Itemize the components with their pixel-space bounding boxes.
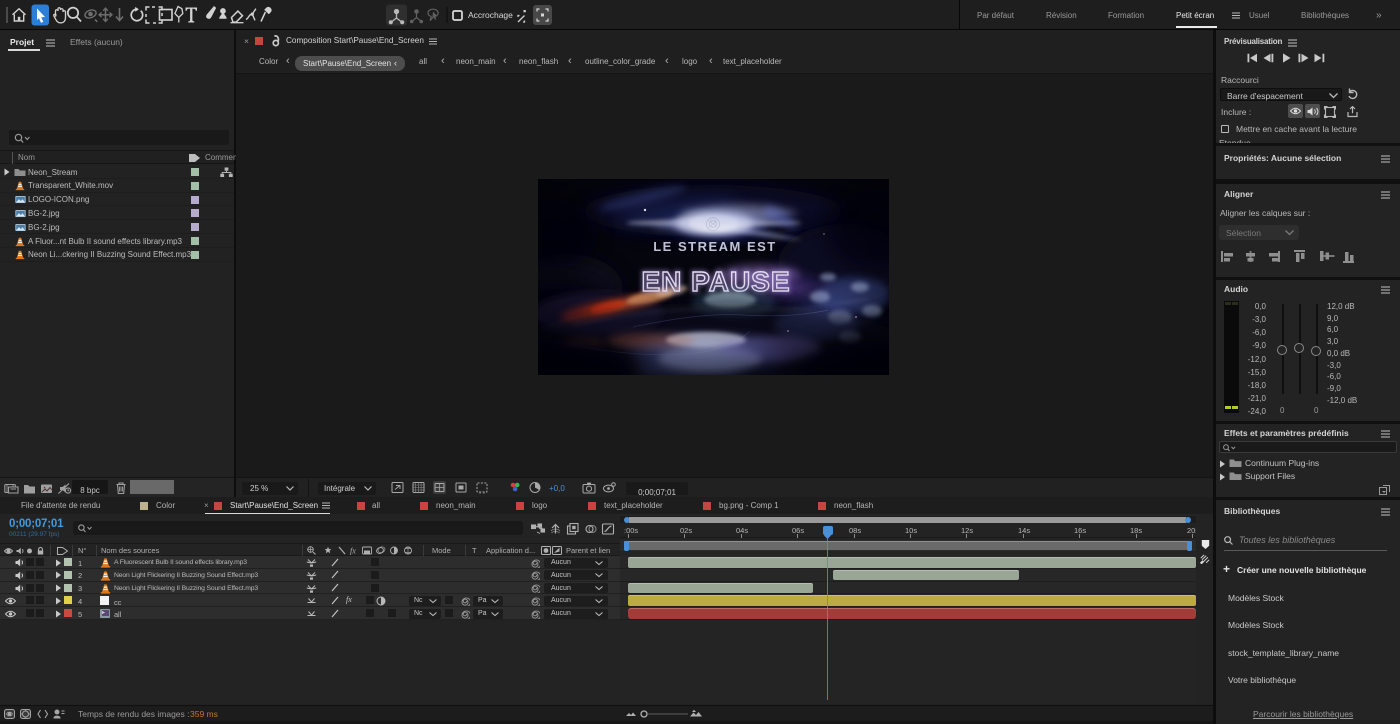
svg-text:+0,0: +0,0 [549,484,565,493]
svg-text:fx: fx [350,547,356,556]
